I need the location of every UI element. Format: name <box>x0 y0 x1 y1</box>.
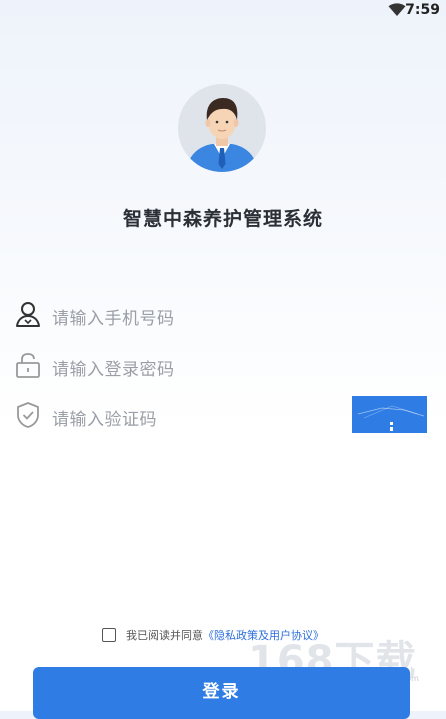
lock-icon <box>16 353 40 378</box>
verification-code-input[interactable]: 请输入验证码 <box>52 405 157 430</box>
avatar <box>178 84 266 172</box>
agreement-checkbox[interactable] <box>102 628 116 642</box>
password-field[interactable]: 请输入登录密码 <box>14 349 344 381</box>
phone-input[interactable]: 请输入手机号码 <box>52 304 175 329</box>
verification-code-field[interactable]: 请输入验证码 <box>14 399 344 431</box>
wifi-icon <box>388 3 406 16</box>
shield-check-icon <box>17 402 39 428</box>
captcha-image[interactable] <box>352 396 427 433</box>
privacy-policy-link[interactable]: 《隐私政策及用户协议》 <box>203 627 324 643</box>
password-input[interactable]: 请输入登录密码 <box>52 355 175 380</box>
app-title: 智慧中森养护管理系统 <box>122 208 323 230</box>
captcha-noise <box>357 405 425 431</box>
status-bar: 7:59 <box>0 0 446 22</box>
user-icon <box>16 302 40 327</box>
businessman-avatar-icon <box>186 98 258 172</box>
status-time: 7:59 <box>405 2 440 18</box>
login-button[interactable]: 登录 <box>33 667 410 719</box>
phone-field[interactable]: 请输入手机号码 <box>14 298 344 330</box>
agreement-text: 我已阅读并同意 <box>126 629 203 642</box>
agreement-row: 我已阅读并同意 《隐私政策及用户协议》 <box>102 626 324 644</box>
